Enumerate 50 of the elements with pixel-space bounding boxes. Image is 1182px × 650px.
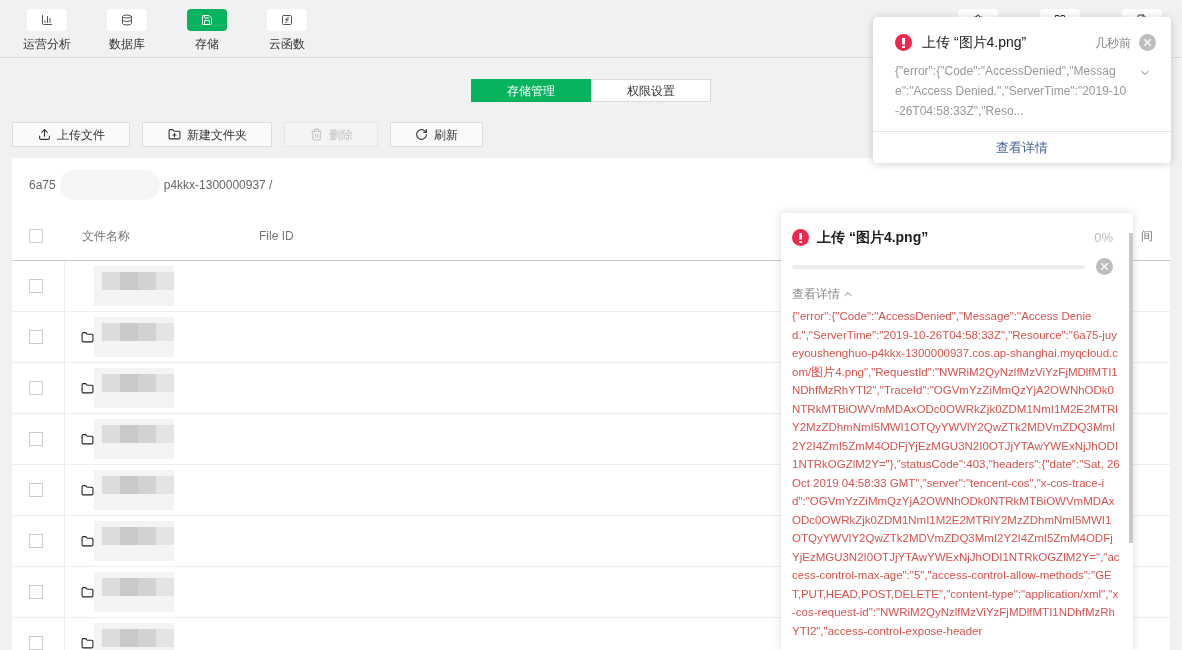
row-checkbox[interactable]	[29, 330, 43, 344]
close-button[interactable]	[1096, 258, 1113, 275]
folder-icon	[81, 330, 94, 344]
toolbar-button[interactable]: 上传文件	[12, 122, 130, 147]
row-checkbox[interactable]	[29, 534, 43, 548]
toast-time: 几秒前	[1095, 34, 1131, 52]
toolbar-button[interactable]: 刷新	[390, 122, 483, 147]
column-header: 间	[1140, 227, 1153, 245]
row-checkbox[interactable]	[29, 381, 43, 395]
toolbar-button[interactable]: 新建文件夹	[142, 122, 272, 147]
header-checkbox[interactable]	[29, 228, 43, 243]
row-checkbox[interactable]	[29, 432, 43, 446]
breadcrumb-text: 6a75	[29, 176, 56, 194]
function-icon	[281, 14, 293, 26]
toast-message: {"error":{"Code":"AccessDenied","Message":"Access Denied.","ServerTime":"2019-10-26T04:58:33Z","Reso...	[895, 63, 1127, 120]
error-icon	[792, 229, 809, 246]
bar-chart-icon	[41, 14, 53, 26]
folder-icon	[81, 534, 94, 548]
folder-icon	[81, 636, 94, 650]
row-checkbox[interactable]	[29, 585, 43, 599]
upload-icon	[37, 128, 51, 141]
row-checkbox[interactable]	[29, 483, 43, 497]
new-folder-icon	[167, 128, 181, 141]
upload-title: 上传 “图片4.png”	[817, 228, 929, 247]
folder-icon	[81, 585, 94, 599]
row-checkbox[interactable]	[29, 279, 43, 293]
column-header: 文件名称	[82, 227, 130, 245]
tab[interactable]: 权限设置	[591, 79, 711, 102]
database-icon	[121, 14, 133, 26]
close-icon	[1099, 261, 1110, 272]
folder-icon	[81, 381, 94, 395]
folder-icon	[81, 432, 94, 446]
refresh-icon	[415, 128, 428, 141]
column-header: File ID	[259, 227, 294, 245]
error-icon	[895, 34, 912, 51]
error-details: {"error":{"Code":"AccessDenied","Message":"Access Denied.","ServerTime":"2019-10-26T04:58:33Z","Resource":"6a75-juyeyoushenghuo-p4kkx-1300000937.cos.ap-shanghai.myqcloud.com/图片4.png","RequestId":"NWRiM2QyNzlfMzViYzFjMDlfMTI1NDhfMzRhYTI2","TraceId":"OGVmYzZiMmQzYjA2OWNhODk0NTRkMTBiOWVmMDAxODc0OWRkZjk0ZDM1NmI1M2E2MTRlY2MzZDhmNmI5MWI1OTQyYWVlY2QwZTk2MDVmZDQ3MmI2Y2I4ZmI5ZmM4ODFjYjEzMGU3N2I0OTJjYTAwYWExNjJhODI1NTRkOGZlM2Y="},"statusCode":403,"headers":{"date":"Sat, 26 Oct 2019 04:58:33 GMT","server":"tencent-cos","x-cos-trace-id":"OGVmYzZiMmQzYjA2OWNhODk0NTRkMTBiOWVmMDAxODc0OWRkZjk0ZDM1NmI1M2E2MTRlY2MzZDhmNmI5MWI1OTQyYWVlY2QwZTk2MDVmZDQ3MmI2Y2I4ZmI5ZmM4ODFjYjEzMGU3N2I0OTJjYTAwYWExNjJhODI1NTRkOGZlM2Y=","access-control-max-age":"5","access-control-allow-methods":"GET,PUT,HEAD,POST,DELETE","content-type":"application/xml","x-cos-request-id":"NWRiM2QyNzlfMzViYzFjMDlfMTI1NDhfMzRhYTI2","access-control-expose-header	[792, 309, 1120, 639]
close-button[interactable]	[1139, 34, 1156, 51]
trash-icon	[309, 128, 323, 141]
details-toggle[interactable]: 查看详情	[792, 285, 854, 303]
row-checkbox[interactable]	[29, 636, 43, 650]
view-details-link[interactable]: 查看详情	[996, 137, 1048, 158]
breadcrumb-text: p4kkx-1300000937 /	[163, 176, 273, 194]
folder-icon	[81, 483, 94, 497]
nav-tab[interactable]: 数据库	[100, 9, 154, 53]
close-icon	[1142, 37, 1153, 48]
nav-tab[interactable]: 运营分析	[20, 9, 74, 53]
nav-tab[interactable]: 存储	[180, 9, 234, 53]
nav-tab[interactable]: 云函数	[260, 9, 314, 53]
toast-title: 上传 “图片4.png”	[922, 33, 1027, 52]
upload-percent: 0%	[1094, 228, 1113, 247]
